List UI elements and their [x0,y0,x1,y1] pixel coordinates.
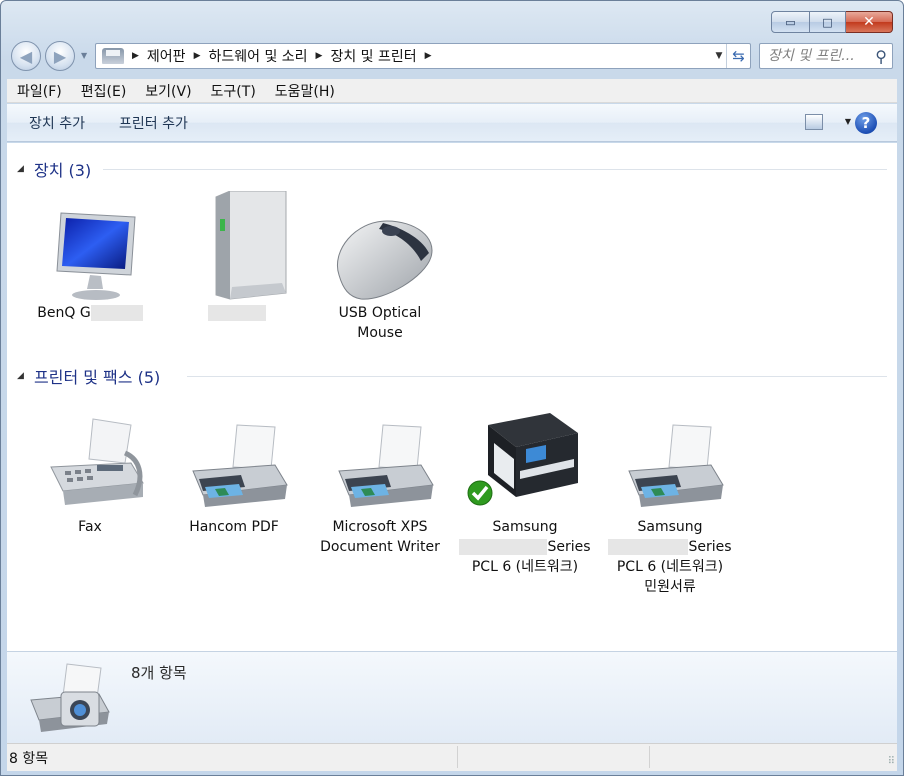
printer-hancom-pdf[interactable]: Hancom PDF [164,405,304,537]
explorer-window: ▭ □ ✕ ◀ ▶ ▼ ▶ 제어판 ▶ 하드웨어 및 소리 ▶ 장치 및 프린터… [0,0,904,776]
devices-group-title: 장치 (3) [34,161,92,180]
printer-label-line: Document Writer [320,539,440,555]
devices-group-header[interactable]: ◢ 장치 (3) [7,158,887,180]
status-divider [457,746,458,768]
printer-label: Samsung Series PCL 6 (네트워크) 민원서류 [600,517,740,597]
status-bar: 8 항목 ⠿ [7,743,897,771]
forward-button[interactable]: ▶ [45,41,75,71]
printer-label-line: PCL 6 (네트워크) [471,559,579,575]
computer-tower-icon [182,190,292,301]
add-device-button[interactable]: 장치 추가 [7,113,103,133]
device-label [167,303,307,323]
printer-label: Fax [78,519,102,535]
details-pane: 8개 항목 [7,651,897,743]
minimize-button[interactable]: ▭ [771,11,810,33]
printer-icon [179,405,289,515]
device-label-line: Mouse [357,325,403,341]
group-divider [103,168,887,170]
search-box[interactable]: ⚲ [759,43,893,69]
printer-label-line: Series [600,537,740,557]
redacted-text [90,305,143,321]
help-icon[interactable]: ? [855,112,877,134]
printer-icon [615,405,725,515]
printer-label-line: Samsung [492,519,558,535]
command-bar: 장치 추가 프린터 추가 ▼ ? [7,104,897,142]
menu-help[interactable]: 도움말(H) [265,81,344,101]
address-bar[interactable]: ▶ 제어판 ▶ 하드웨어 및 소리 ▶ 장치 및 프린터 ▶ ▼ ⇆ [95,43,751,69]
default-printer-check-icon [467,480,493,506]
content-pane: ◢ 장치 (3) BenQ G USB Optical Mouse ◢ 프린터 … [7,143,897,651]
add-printer-button[interactable]: 프린터 추가 [103,113,206,133]
menu-edit[interactable]: 편집(E) [71,81,136,101]
devices-printers-icon [30,663,110,732]
printer-label: Samsung Series PCL 6 (네트워크) [455,517,595,577]
breadcrumb-hardware-sound[interactable]: 하드웨어 및 소리 [208,46,307,66]
device-usb-mouse[interactable]: USB Optical Mouse [310,191,450,343]
control-panel-icon [102,48,124,64]
refresh-icon[interactable]: ⇆ [726,44,750,68]
arrow-left-icon: ◀ [19,46,33,66]
menu-bar: 파일(F) 편집(E) 보기(V) 도구(T) 도움말(H) [7,79,897,103]
navigation-bar: ◀ ▶ ▼ ▶ 제어판 ▶ 하드웨어 및 소리 ▶ 장치 및 프린터 ▶ ▼ ⇆… [9,39,897,73]
close-button[interactable]: ✕ [846,11,893,33]
device-label: BenQ G [20,303,160,323]
device-label: USB Optical Mouse [310,303,450,343]
monitor-icon [35,191,145,301]
group-divider [187,375,887,377]
printer-fax[interactable]: Fax [20,405,160,537]
search-input[interactable] [768,48,868,64]
redacted-text [459,539,548,555]
printer-label-line: PCL 6 (네트워크) [616,559,724,575]
breadcrumb-separator[interactable]: ▶ [132,51,139,61]
status-item-count: 8 항목 [9,750,49,767]
search-icon[interactable]: ⚲ [875,47,887,66]
view-options-dropdown-icon[interactable]: ▼ [845,117,851,126]
breadcrumb-separator[interactable]: ▶ [425,51,432,61]
device-label-line: USB Optical [338,305,422,321]
printer-label-line: Microsoft XPS [332,519,428,535]
fax-icon [35,405,145,515]
resize-grip-icon[interactable]: ⠿ [888,756,895,767]
menu-view[interactable]: 보기(V) [135,81,200,101]
printer-samsung-default[interactable]: Samsung Series PCL 6 (네트워크) [455,405,595,577]
device-monitor[interactable]: BenQ G [20,191,160,323]
breadcrumb-devices-printers[interactable]: 장치 및 프린터 [330,46,416,66]
breadcrumb-separator[interactable]: ▶ [194,51,201,61]
redacted-text [608,539,689,555]
printer-icon [325,405,435,515]
arrow-right-icon: ▶ [53,46,67,66]
menu-tools[interactable]: 도구(T) [201,81,265,101]
device-computer[interactable] [167,190,307,323]
caption-buttons: ▭ □ ✕ [771,11,893,33]
printer-label: Hancom PDF [189,519,279,535]
printers-group-title: 프린터 및 팩스 (5) [34,368,161,387]
printer-label-line: Series [455,537,595,557]
breadcrumb-separator[interactable]: ▶ [316,51,323,61]
mouse-icon [325,191,435,301]
redacted-text [208,305,266,321]
menu-file[interactable]: 파일(F) [7,81,71,101]
printer-label-line: 민원서류 [644,579,696,595]
samsung-printer-icon [467,405,580,515]
maximize-button[interactable]: □ [810,11,846,33]
details-item-count: 8개 항목 [131,664,187,682]
status-divider [649,746,650,768]
printer-xps-document-writer[interactable]: Microsoft XPS Document Writer [310,405,450,557]
printer-label: Microsoft XPS Document Writer [310,517,450,557]
printer-label-line: Samsung [637,519,703,535]
recent-pages-dropdown[interactable]: ▼ [81,51,87,60]
back-button[interactable]: ◀ [11,41,41,71]
change-view-icon[interactable] [805,114,823,130]
collapse-triangle-icon[interactable]: ◢ [17,371,24,381]
collapse-triangle-icon[interactable]: ◢ [17,164,24,174]
printers-group-header[interactable]: ◢ 프린터 및 팩스 (5) [7,365,887,387]
printer-samsung-minwon[interactable]: Samsung Series PCL 6 (네트워크) 민원서류 [600,405,740,597]
breadcrumb-control-panel[interactable]: 제어판 [147,46,186,66]
